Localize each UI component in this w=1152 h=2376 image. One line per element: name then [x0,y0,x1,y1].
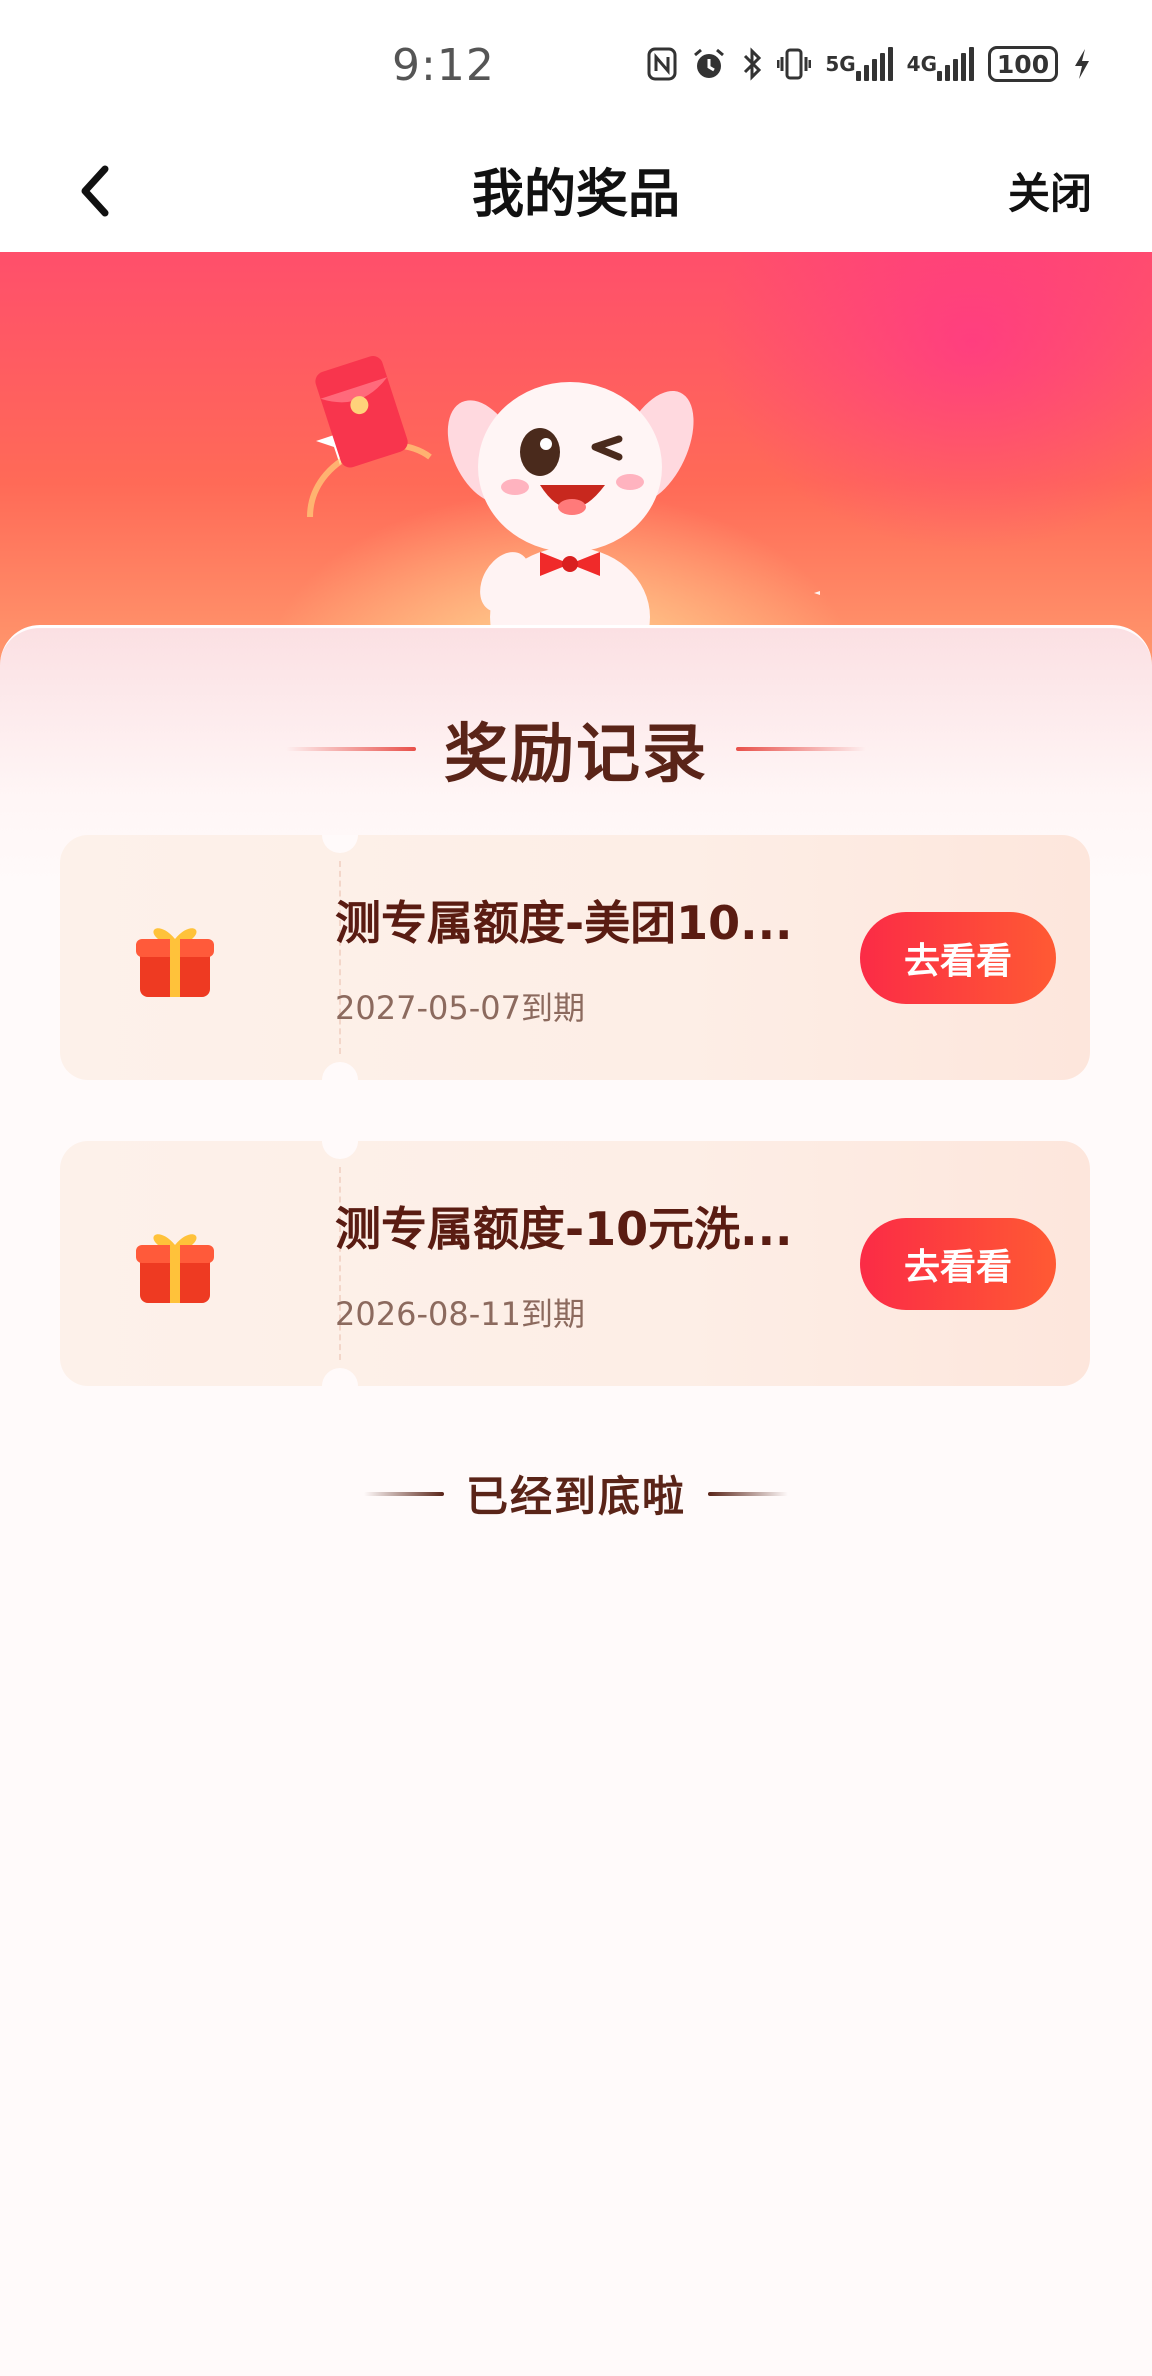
signal-5g-icon: 5G [825,44,893,84]
signal-4g-icon: 4G [907,44,974,84]
view-reward-button[interactable]: 去看看 [860,1218,1056,1310]
alarm-icon [691,44,727,84]
status-icons: 5G 4G 100 [647,44,1092,84]
app-screen: 9:12 5G 4G 100 我的奖品 关闭 奖励记录 测专属额度-美团10..… [0,0,1152,2376]
status-time: 9:12 [392,40,495,91]
reward-expiry: 2027-05-07到期 [335,989,585,1027]
ticket-notch [322,1368,358,1386]
nfc-icon [647,44,677,84]
reward-title: 测专属额度-10元洗... [335,1202,793,1256]
reward-card: 测专属额度-美团10... 2027-05-07到期 去看看 [60,835,1090,1080]
close-button[interactable]: 关闭 [1008,160,1092,221]
reward-expiry: 2026-08-11到期 [335,1295,585,1333]
vibrate-icon [777,44,812,84]
view-reward-button[interactable]: 去看看 [860,912,1056,1004]
end-divider-left [363,1491,444,1496]
end-of-list-text: 已经到底啦 [465,1472,686,1521]
reward-card: 测专属额度-10元洗... 2026-08-11到期 去看看 [60,1141,1090,1386]
network-5g-label: 5G [825,52,856,76]
ticket-notch [322,1062,358,1080]
section-title: 奖励记录 [444,718,708,792]
divider-left [286,747,416,751]
status-bar: 9:12 5G 4G 100 [0,0,1152,130]
gift-box-icon [136,1234,214,1303]
ticket-notch [322,835,358,853]
hero-banner [0,252,1152,672]
mascot-dog-illustration [307,355,820,672]
bluetooth-icon [741,44,763,84]
divider-right [736,747,866,751]
end-divider-right [708,1491,788,1496]
nav-bar: 我的奖品 关闭 [0,130,1152,252]
section-header: 奖励记录 [0,703,1152,795]
network-4g-label: 4G [906,52,937,76]
page-title: 我的奖品 [471,165,680,225]
reward-records-panel: 奖励记录 测专属额度-美团10... 2027-05-07到期 去看看 测专属额… [0,625,1152,2376]
charging-icon [1072,44,1092,84]
battery-icon: 100 [988,46,1058,82]
end-of-list: 已经到底啦 [0,1463,1152,1524]
reward-title: 测专属额度-美团10... [335,896,793,950]
ticket-notch [322,1141,358,1159]
gift-box-icon [136,928,214,997]
